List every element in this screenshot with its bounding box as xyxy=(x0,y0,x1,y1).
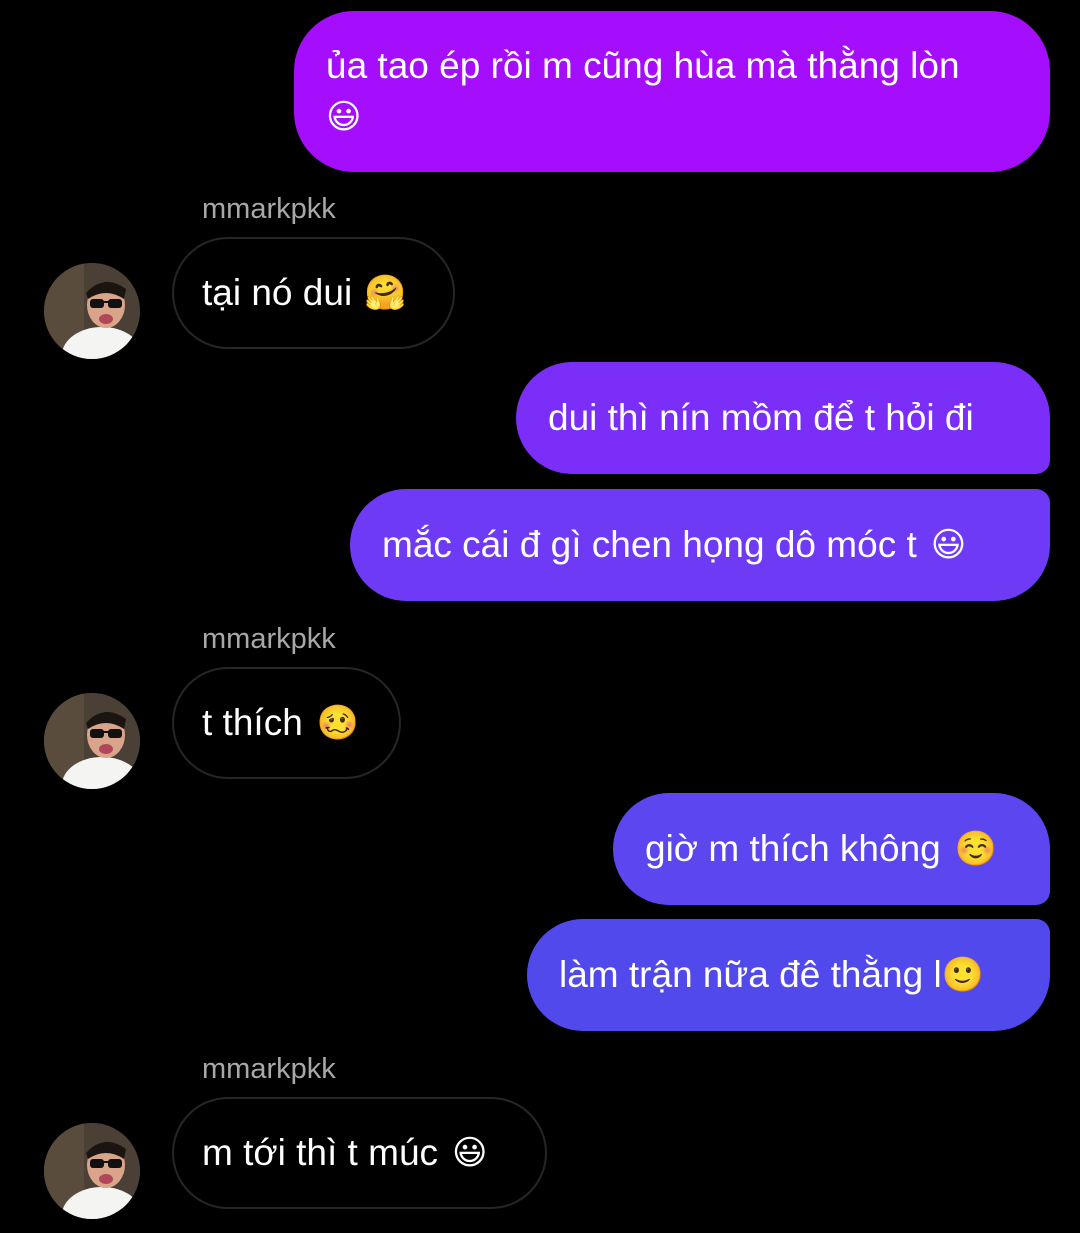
hugging-face-icon: 🤗 xyxy=(364,273,407,313)
message-sent-3[interactable]: mắc cái đ gì chen họng dô móc t 😃 xyxy=(350,489,1050,601)
contact-avatar[interactable] xyxy=(44,1123,140,1219)
message-text: m tới thì t múc xyxy=(202,1132,439,1173)
contact-avatar[interactable] xyxy=(44,263,140,359)
sender-username: mmarkpkk xyxy=(202,193,336,225)
woozy-face-icon: 🥴 xyxy=(316,703,360,743)
message-received-3[interactable]: m tới thì t múc 😃 xyxy=(172,1097,547,1209)
message-received-2[interactable]: t thích 🥴 xyxy=(172,667,401,779)
message-sent-5[interactable]: làm trận nữa đê thằng l 🙂 xyxy=(527,919,1050,1031)
grinning-face-icon: 😃 xyxy=(930,525,967,565)
grinning-face-icon: 😃 xyxy=(326,97,362,137)
message-sent-4[interactable]: giờ m thích không ☺️ xyxy=(613,793,1050,905)
message-text: giờ m thích không xyxy=(645,828,941,869)
message-text: làm trận nữa đê thằng l xyxy=(559,954,942,995)
message-text: ủa tao ép rồi m cũng hùa mà thằng lòn xyxy=(326,45,960,86)
slightly-smiling-face-icon: 🙂 xyxy=(941,955,985,995)
message-text: dui thì nín mồm để t hỏi đi xyxy=(548,397,974,438)
message-text: tại nó dui xyxy=(202,272,353,313)
message-received-1[interactable]: tại nó dui 🤗 xyxy=(172,237,455,349)
sender-username: mmarkpkk xyxy=(202,623,336,655)
message-sent-2[interactable]: dui thì nín mồm để t hỏi đi xyxy=(516,362,1050,474)
message-text: mắc cái đ gì chen họng dô móc t xyxy=(382,524,917,565)
grinning-face-icon: 😃 xyxy=(452,1133,488,1173)
sender-username: mmarkpkk xyxy=(202,1053,336,1085)
avatar-photo-icon xyxy=(44,1123,140,1219)
contact-avatar[interactable] xyxy=(44,693,140,789)
message-text: t thích xyxy=(202,702,303,743)
avatar-photo-icon xyxy=(44,693,140,789)
smiling-face-icon: ☺️ xyxy=(954,829,998,869)
avatar-photo-icon xyxy=(44,263,140,359)
message-sent-1[interactable]: ủa tao ép rồi m cũng hùa mà thằng lòn 😃 xyxy=(294,11,1050,172)
